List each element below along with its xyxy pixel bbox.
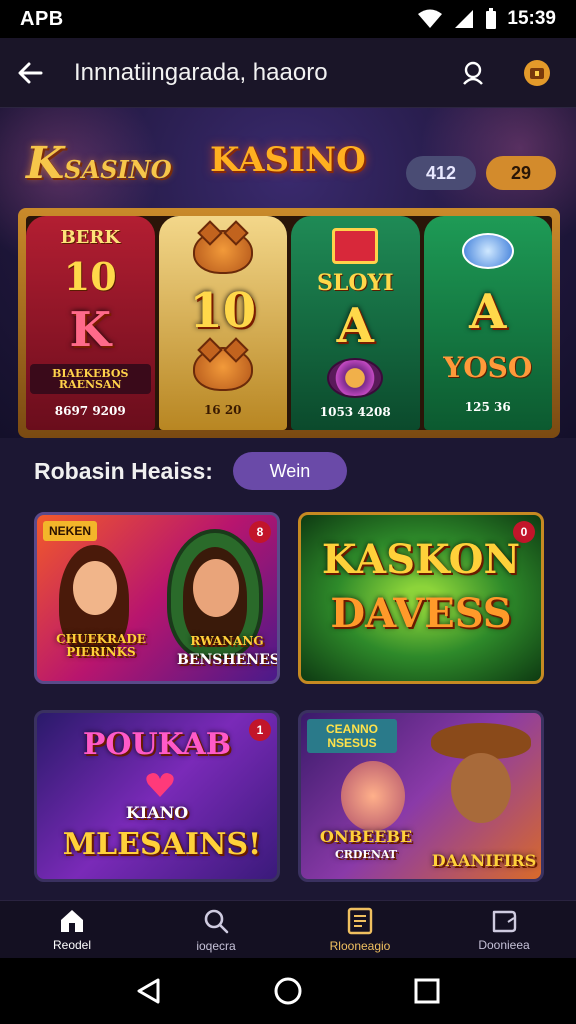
- tiger-icon: [192, 230, 253, 275]
- nav-item-search[interactable]: ioqecra: [144, 901, 288, 958]
- nav-label: ioqecra: [196, 938, 236, 953]
- carrier-label: APB: [20, 7, 64, 30]
- user-icon: [463, 61, 483, 85]
- home-icon: [61, 909, 83, 932]
- triangle-back-icon: [137, 978, 160, 1004]
- logo-text: SASINO: [64, 155, 172, 184]
- status-bar: APB 15:39: [0, 0, 576, 38]
- view-all-button[interactable]: Wein: [232, 452, 347, 490]
- reel-symbol: A: [336, 298, 374, 354]
- battery-icon: [486, 8, 497, 29]
- nav-item-list[interactable]: Rlooneagio: [288, 901, 432, 958]
- status-icons: 15:39: [417, 8, 556, 30]
- nav-item-home[interactable]: Reodel: [0, 901, 144, 958]
- card-title: KASKON: [321, 536, 521, 583]
- card-tag: CEANNO NSESUS: [307, 719, 397, 753]
- kasino-logo: KASINO: [210, 140, 366, 180]
- app-bar: Innnatiingarada, haaoro: [0, 38, 576, 108]
- card-badge: 8: [249, 521, 271, 543]
- gem-icon: [461, 233, 514, 270]
- chest-icon: [524, 59, 550, 86]
- square-recents-icon: [414, 978, 440, 1004]
- card-title: CHUEKRADE PIERINKS: [56, 632, 146, 659]
- nav-label: Doonieea: [478, 937, 530, 952]
- reel-value: 8697 9209: [54, 403, 126, 418]
- reel-value: 1053 4208: [319, 405, 391, 419]
- game-card[interactable]: CEANNO NSESUS ONBEEBE CRDENAT DAANIFIRS: [298, 710, 544, 882]
- clock: 15:39: [507, 8, 556, 29]
- wallet-icon: [492, 910, 517, 932]
- reel-3: SLOYI A 1053 4208: [291, 216, 420, 430]
- card-mid: CRDENAT: [335, 848, 397, 861]
- reel-symbol: 10: [63, 253, 117, 299]
- card-subtitle-top: RWANANG: [190, 634, 264, 648]
- card-title: POUKAB: [82, 727, 232, 762]
- arrow-left-icon: [18, 62, 43, 83]
- coins-pill[interactable]: 29: [486, 156, 556, 190]
- reel-symbol: BERK: [60, 227, 121, 249]
- reel-symbol: SLOYI: [316, 270, 394, 296]
- card-subtitle: DAVESS: [330, 590, 512, 637]
- profile-button[interactable]: [458, 58, 488, 88]
- reel-symbol: A: [469, 283, 507, 340]
- reel-2: 10 16 20: [158, 216, 287, 430]
- reel-symbol: 10: [189, 282, 257, 339]
- circle-home-icon: [274, 977, 302, 1005]
- system-recents-button[interactable]: [407, 971, 447, 1011]
- system-home-button[interactable]: [268, 971, 308, 1011]
- wifi-icon: [418, 9, 443, 28]
- list-icon: [347, 907, 373, 934]
- bottom-nav: Reodel ioqecra Rlooneagio Doonieea: [0, 900, 576, 958]
- reel-symbol: K: [69, 301, 112, 358]
- card-subtitle: BENSHENES: [177, 652, 280, 668]
- nav-label: Rlooneagio: [329, 938, 391, 953]
- gift-icon: [332, 228, 379, 264]
- character-face: [451, 753, 511, 823]
- hero-banner: KSASINO KASINO 412 29 BERK 10 K BIAEKEBO…: [0, 108, 576, 438]
- signal-icon: [455, 10, 474, 28]
- game-card[interactable]: NEKEN 8 CHUEKRADE PIERINKS RWANANG BENSH…: [34, 512, 280, 684]
- logo-letter: K: [26, 138, 65, 189]
- search-icon: [204, 909, 229, 933]
- card-mid: KIANO: [125, 803, 189, 822]
- card-tag: NEKEN: [43, 521, 98, 541]
- nav-item-wallet[interactable]: Doonieea: [432, 901, 576, 958]
- system-nav-bar: [0, 958, 576, 1024]
- slot-reels: BERK 10 K BIAEKEBOS RAENSAN 8697 9209 10…: [26, 216, 552, 430]
- reel-1: BERK 10 K BIAEKEBOS RAENSAN 8697 9209: [26, 216, 155, 430]
- nav-label: Reodel: [52, 937, 92, 952]
- slot-machine[interactable]: BERK 10 K BIAEKEBOS RAENSAN 8697 9209 10…: [18, 208, 560, 438]
- card-subtitle: MLESAINS!: [62, 827, 262, 862]
- game-card[interactable]: 1 POUKAB KIANO MLESAINS!: [34, 710, 280, 882]
- game-card[interactable]: 0 KASKON DAVESS: [298, 512, 544, 684]
- card-subtitle: DAANIFIRS: [431, 851, 537, 870]
- character-face: [341, 761, 405, 831]
- reel-value: 125 36: [464, 399, 511, 414]
- ring-icon: [327, 358, 384, 398]
- reel-symbol: BIAEKEBOS RAENSAN: [30, 364, 151, 395]
- tiger-icon: [192, 347, 253, 392]
- card-title: ONBEEBE: [319, 827, 413, 846]
- heart-icon: [146, 773, 174, 797]
- games-section: Robasin Heaiss: Wein NEKEN 8 CHUEKRADE P…: [0, 438, 576, 900]
- app-actions: [458, 58, 562, 88]
- reel-symbol: YOSO: [443, 351, 533, 385]
- reel-value: 16 20: [203, 402, 242, 417]
- back-button[interactable]: [14, 57, 46, 89]
- balance-pill[interactable]: 412: [406, 156, 476, 190]
- system-back-button[interactable]: [129, 971, 169, 1011]
- character-face: [73, 561, 117, 615]
- reel-4: A YOSO 125 36: [423, 216, 552, 430]
- section-title: Robasin Heaiss:: [34, 457, 213, 484]
- casino-logo: KSASINO: [26, 138, 172, 189]
- page-title: Innnatiingarada, haaoro: [74, 58, 328, 86]
- section-header: Robasin Heaiss: Wein: [34, 452, 347, 490]
- character-face: [193, 559, 239, 617]
- shop-button[interactable]: [522, 58, 552, 88]
